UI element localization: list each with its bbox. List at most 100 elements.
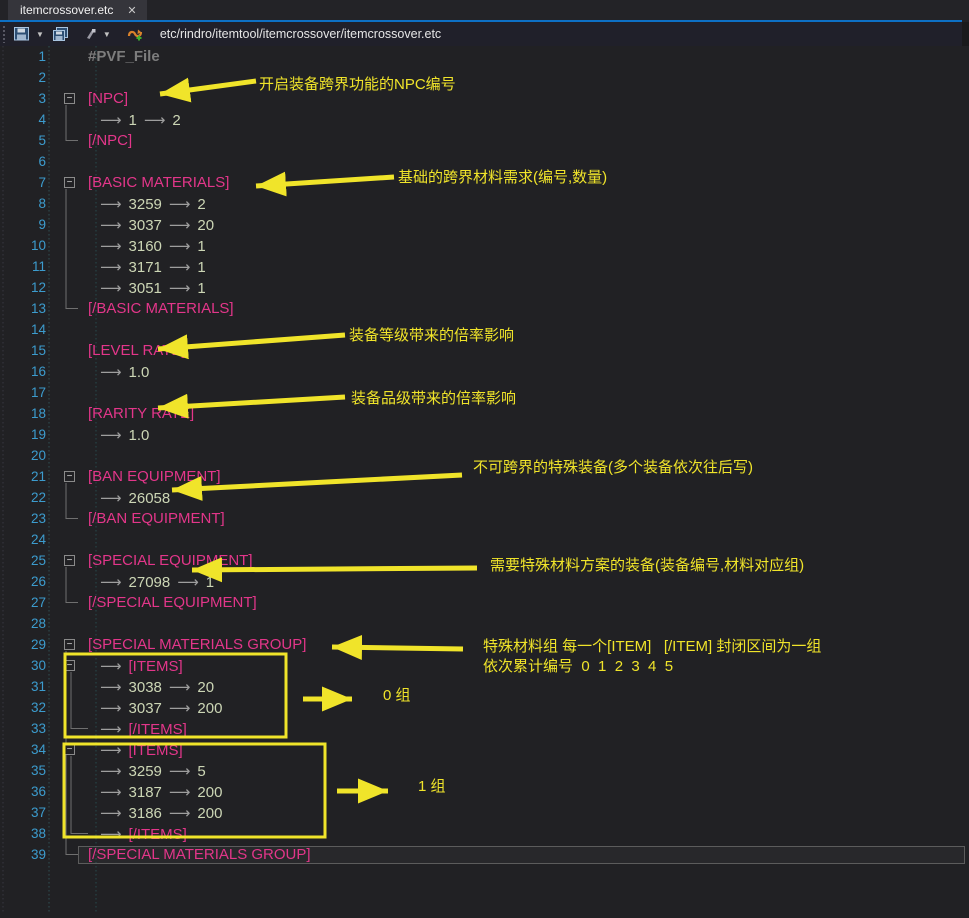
annotation-label: 1 组 (418, 778, 446, 796)
code-token-val: 3259 (129, 196, 162, 213)
code-token-val: 3171 (129, 259, 162, 276)
fold-toggle-icon[interactable]: − (64, 555, 75, 566)
code-token-comment: #PVF_File (88, 48, 160, 65)
line-number: 26 (0, 574, 50, 589)
code-token-val: 1 (206, 574, 214, 591)
fold-column: − (50, 466, 82, 487)
fold-column (50, 403, 82, 424)
code-token-val: 1 (197, 280, 205, 297)
fold-column (50, 823, 82, 844)
sync-add-icon[interactable] (125, 23, 146, 45)
code-line: 25−[SPECIAL EQUIPMENT] (0, 550, 962, 571)
code-text: ⟶[ITEMS] (82, 741, 962, 759)
code-token-val: 3051 (129, 280, 162, 297)
code-line: 35⟶3259⟶5 (0, 760, 962, 781)
code-token-arrow: ⟶ (100, 196, 122, 213)
save-all-icon[interactable] (48, 23, 71, 45)
code-text: [/BAN EQUIPMENT] (82, 510, 962, 527)
line-number: 12 (0, 280, 50, 295)
code-token-arrow: ⟶ (144, 112, 166, 129)
code-line: 26⟶27098⟶1 (0, 571, 962, 592)
code-text: ⟶[/ITEMS] (82, 825, 962, 843)
code-token-arrow: ⟶ (169, 259, 191, 276)
fold-column (50, 277, 82, 298)
annotation-label: 需要特殊材料方案的装备(装备编号,材料对应组) (490, 557, 804, 575)
code-token-tag: [SPECIAL MATERIALS GROUP] (88, 636, 306, 653)
line-number: 28 (0, 616, 50, 631)
fold-toggle-icon[interactable]: − (64, 744, 75, 755)
code-editor[interactable]: 1#PVF_File23−[NPC]4⟶1⟶25[/NPC]67−[BASIC … (0, 46, 969, 918)
fold-toggle-icon[interactable]: − (64, 471, 75, 482)
code-token-tag: [/SPECIAL MATERIALS GROUP] (88, 846, 311, 863)
code-text: ⟶3051⟶1 (82, 279, 962, 297)
fold-column: − (50, 655, 82, 676)
code-text: ⟶3160⟶1 (82, 237, 962, 255)
code-line: 19⟶1.0 (0, 424, 962, 445)
line-number: 23 (0, 511, 50, 526)
code-line: 34−⟶[ITEMS] (0, 739, 962, 760)
save-dropdown-icon[interactable]: ▼ (32, 30, 48, 39)
code-line: 16⟶1.0 (0, 361, 962, 382)
fold-column (50, 802, 82, 823)
code-text: ⟶1⟶2 (82, 111, 962, 129)
code-token-arrow: ⟶ (100, 490, 122, 507)
fold-column (50, 382, 82, 403)
code-text: ⟶ 26058 (82, 489, 962, 507)
code-token-tag: [/BAN EQUIPMENT] (88, 510, 225, 527)
code-token-arrow: ⟶ (100, 238, 122, 255)
code-text: ⟶3171⟶1 (82, 258, 962, 276)
code-token-arrow: ⟶ (100, 721, 122, 738)
code-text: [LEVEL RATE] (82, 342, 962, 359)
fold-column: − (50, 88, 82, 109)
fold-toggle-icon[interactable]: − (64, 177, 75, 188)
fold-toggle-icon[interactable]: − (64, 639, 75, 650)
code-token-arrow: ⟶ (100, 805, 122, 822)
code-line: 38⟶[/ITEMS] (0, 823, 962, 844)
fold-toggle-icon[interactable]: − (64, 660, 75, 671)
code-text: ⟶3037⟶200 (82, 699, 962, 717)
code-line: 8⟶3259⟶2 (0, 193, 962, 214)
breadcrumb: etc/rindro/itemtool/itemcrossover/itemcr… (160, 27, 441, 41)
code-line: 11⟶3171⟶1 (0, 256, 962, 277)
line-number: 22 (0, 490, 50, 505)
code-line: 10⟶3160⟶1 (0, 235, 962, 256)
code-token-tag: [SPECIAL EQUIPMENT] (88, 552, 252, 569)
code-text: [/SPECIAL MATERIALS GROUP] (82, 846, 962, 863)
fold-column (50, 67, 82, 88)
code-line: 30−⟶[ITEMS] (0, 655, 962, 676)
code-line: 2 (0, 67, 962, 88)
code-token-val: 3186 (129, 805, 162, 822)
symbol-picker-icon[interactable] (81, 23, 99, 45)
toolbar-grip-handle[interactable] (2, 25, 7, 43)
line-number: 32 (0, 700, 50, 715)
code-text: [/SPECIAL EQUIPMENT] (82, 594, 962, 611)
fold-column (50, 319, 82, 340)
tab-title: itemcrossover.etc (20, 3, 113, 17)
code-text: [/NPC] (82, 132, 962, 149)
fold-column (50, 193, 82, 214)
code-token-tag: [/ITEMS] (129, 826, 187, 843)
tab-close-icon[interactable]: ✕ (127, 4, 136, 17)
symbol-dropdown-icon[interactable]: ▼ (99, 30, 115, 39)
code-token-arrow: ⟶ (100, 700, 122, 717)
line-number: 39 (0, 847, 50, 862)
code-line: 13[/BASIC MATERIALS] (0, 298, 962, 319)
line-number: 36 (0, 784, 50, 799)
fold-column (50, 256, 82, 277)
code-line: 9⟶3037⟶20 (0, 214, 962, 235)
line-number: 1 (0, 49, 50, 64)
line-number: 3 (0, 91, 50, 106)
fold-column (50, 235, 82, 256)
code-token-arrow: ⟶ (177, 574, 199, 591)
code-text: [RARITY RATE] (82, 405, 962, 422)
code-token-tag: [ITEMS] (129, 742, 183, 759)
line-number: 16 (0, 364, 50, 379)
fold-toggle-icon[interactable]: − (64, 93, 75, 104)
code-line: 22 ⟶ 26058 (0, 487, 962, 508)
save-icon[interactable] (11, 23, 32, 45)
tab-itemcrossover[interactable]: itemcrossover.etc ✕ (8, 0, 147, 20)
code-token-val: 26058 (129, 490, 171, 507)
line-number: 21 (0, 469, 50, 484)
code-line: 28 (0, 613, 962, 634)
code-line: 5[/NPC] (0, 130, 962, 151)
